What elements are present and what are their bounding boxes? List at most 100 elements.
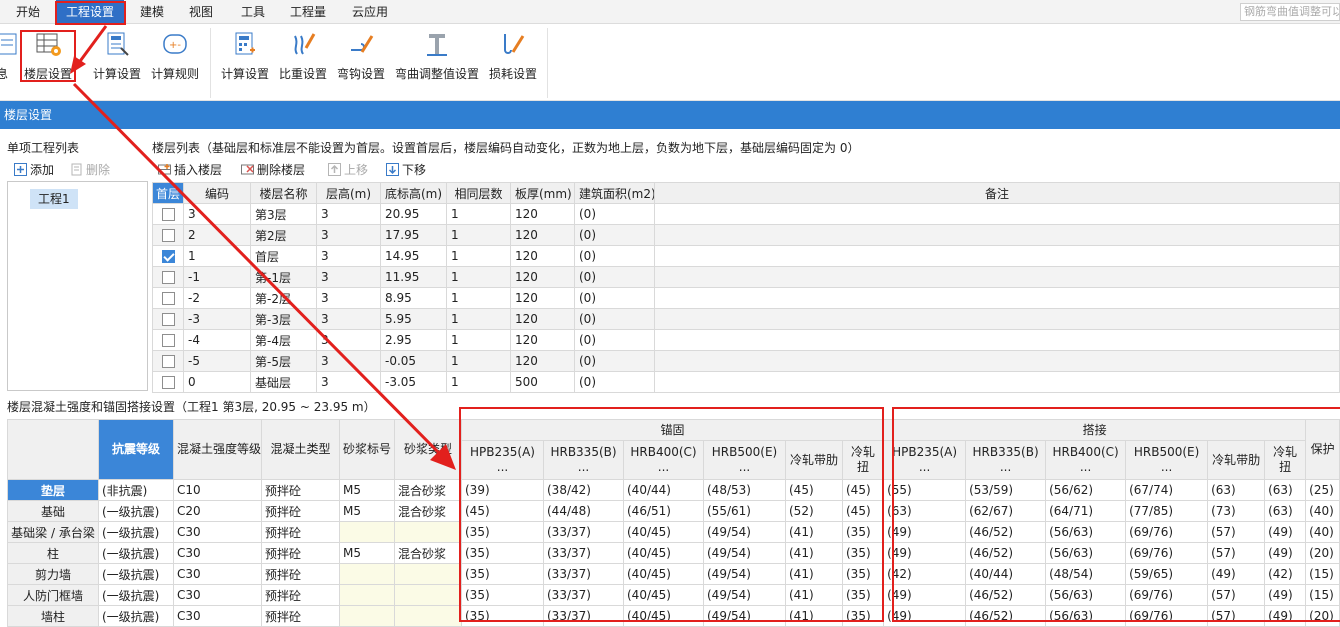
bottom-elevation-cell[interactable]: 14.95 <box>380 245 447 267</box>
floor-height-cell[interactable]: 3 <box>316 245 381 267</box>
first-floor-checkbox[interactable] <box>161 208 175 221</box>
delete-project-button[interactable]: 删除 <box>70 161 110 179</box>
first-floor-checkbox[interactable] <box>161 271 175 284</box>
calc-settings-button[interactable]: 计算设置 <box>90 24 144 90</box>
anchor-value-cell[interactable]: (35) <box>461 563 544 585</box>
calc-rules-button[interactable]: +- 计算规则 <box>148 24 202 90</box>
rebar-calc-settings-button[interactable]: 计算设置 <box>218 24 272 90</box>
floor-height-cell[interactable]: 3 <box>316 266 381 288</box>
search-input[interactable]: 钢筋弯曲值调整可以 <box>1240 3 1340 21</box>
mortar-grade-cell[interactable]: M5 <box>339 479 395 501</box>
project-item[interactable]: 工程1 <box>30 189 78 209</box>
anchor-value-cell[interactable]: (48/53) <box>703 479 786 501</box>
lap-value-cell[interactable]: (56/63) <box>1045 584 1127 606</box>
lap-value-cell[interactable]: (49) <box>1264 521 1307 543</box>
lap-value-cell[interactable]: (42) <box>1264 563 1307 585</box>
building-area-cell[interactable]: (0) <box>574 203 655 225</box>
same-count-cell[interactable]: 1 <box>446 266 511 288</box>
same-count-cell[interactable]: 1 <box>446 371 511 393</box>
concrete-strength-cell[interactable]: C30 <box>173 563 262 585</box>
lap-value-cell[interactable]: (69/76) <box>1125 521 1209 543</box>
floor-height-cell[interactable]: 3 <box>316 371 381 393</box>
bottom-elevation-cell[interactable]: 20.95 <box>380 203 447 225</box>
bend-adjust-button[interactable]: 弯曲调整值设置 <box>393 24 481 90</box>
concrete-type-cell[interactable]: 预拌砼 <box>261 521 340 543</box>
floor-code-cell[interactable]: -2 <box>183 287 251 309</box>
lap-value-cell[interactable]: (48/54) <box>1045 563 1127 585</box>
first-floor-checkbox[interactable] <box>161 292 175 305</box>
same-count-cell[interactable]: 1 <box>446 203 511 225</box>
anchor-value-cell[interactable]: (44/48) <box>543 500 624 522</box>
bottom-elevation-cell[interactable]: -0.05 <box>380 350 447 372</box>
mortar-grade-cell[interactable] <box>339 521 395 543</box>
slab-thickness-cell[interactable]: 120 <box>510 266 575 288</box>
lap-value-cell[interactable]: (57) <box>1207 521 1266 543</box>
anchor-value-cell[interactable]: (35) <box>841 584 885 606</box>
lap-value-cell[interactable]: (49) <box>883 605 967 627</box>
note-cell[interactable] <box>654 329 1340 351</box>
anchor-value-cell[interactable]: (49/54) <box>703 605 786 627</box>
bottom-elevation-cell[interactable]: 8.95 <box>380 287 447 309</box>
floor-name-cell[interactable]: 第-5层 <box>250 350 317 372</box>
lap-value-cell[interactable]: (49) <box>883 542 967 564</box>
floor-name-cell[interactable]: 首层 <box>250 245 317 267</box>
mortar-type-cell[interactable] <box>394 605 462 627</box>
lap-value-cell[interactable]: (46/52) <box>965 521 1047 543</box>
floor-code-cell[interactable]: -5 <box>183 350 251 372</box>
concrete-type-cell[interactable]: 预拌砼 <box>261 563 340 585</box>
lap-value-cell[interactable]: (69/76) <box>1125 542 1209 564</box>
floor-code-cell[interactable]: -3 <box>183 308 251 330</box>
mortar-type-cell[interactable] <box>394 521 462 543</box>
seismic-grade-cell[interactable]: (非抗震) <box>98 479 174 501</box>
lap-value-cell[interactable]: (57) <box>1207 584 1266 606</box>
lap-value-cell[interactable]: (56/63) <box>1045 542 1127 564</box>
slab-thickness-cell[interactable]: 500 <box>510 371 575 393</box>
cover-value-cell[interactable]: (40) <box>1305 521 1340 543</box>
floor-row[interactable]: 1 首层 3 14.95 1 120 (0) <box>152 245 1340 267</box>
loss-settings-button[interactable]: 损耗设置 <box>486 24 540 90</box>
anchor-value-cell[interactable]: (35) <box>841 521 885 543</box>
mortar-type-cell[interactable] <box>394 563 462 585</box>
floor-row[interactable]: -4 第-4层 3 2.95 1 120 (0) <box>152 329 1340 351</box>
concrete-row[interactable]: 垫层 (非抗震) C10 预拌砼 M5 混合砂浆 (39) (38/42) (40/44) (48… <box>7 479 1340 501</box>
floor-name-cell[interactable]: 第-1层 <box>250 266 317 288</box>
bottom-elevation-cell[interactable]: 5.95 <box>380 308 447 330</box>
floor-code-cell[interactable]: 3 <box>183 203 251 225</box>
menu-start[interactable]: 开始 <box>16 0 40 24</box>
menu-quantity[interactable]: 工程量 <box>290 0 326 24</box>
lap-value-cell[interactable]: (46/52) <box>965 584 1047 606</box>
building-area-cell[interactable]: (0) <box>574 371 655 393</box>
seismic-grade-cell[interactable]: (一级抗震) <box>98 584 174 606</box>
slab-thickness-cell[interactable]: 120 <box>510 203 575 225</box>
hook-settings-button[interactable]: 弯钩设置 <box>334 24 388 90</box>
mortar-type-cell[interactable]: 混合砂浆 <box>394 479 462 501</box>
floor-code-cell[interactable]: -4 <box>183 329 251 351</box>
lap-value-cell[interactable]: (69/76) <box>1125 605 1209 627</box>
weight-settings-button[interactable]: 比重设置 <box>276 24 330 90</box>
anchor-value-cell[interactable]: (55/61) <box>703 500 786 522</box>
cover-value-cell[interactable]: (15) <box>1305 584 1340 606</box>
anchor-value-cell[interactable]: (40/45) <box>623 605 704 627</box>
floor-row[interactable]: -3 第-3层 3 5.95 1 120 (0) <box>152 308 1340 330</box>
cover-value-cell[interactable]: (40) <box>1305 500 1340 522</box>
first-floor-checkbox[interactable] <box>161 313 175 326</box>
floor-settings-button[interactable]: 楼层设置 <box>20 24 76 90</box>
lap-value-cell[interactable]: (63) <box>1264 479 1307 501</box>
floor-name-cell[interactable]: 第3层 <box>250 203 317 225</box>
lap-value-cell[interactable]: (42) <box>883 563 967 585</box>
lap-value-cell[interactable]: (40/44) <box>965 563 1047 585</box>
floor-row[interactable]: -5 第-5层 3 -0.05 1 120 (0) <box>152 350 1340 372</box>
note-cell[interactable] <box>654 224 1340 246</box>
first-floor-checkbox[interactable] <box>161 250 175 263</box>
mortar-type-cell[interactable] <box>394 584 462 606</box>
building-area-cell[interactable]: (0) <box>574 245 655 267</box>
floor-height-cell[interactable]: 3 <box>316 224 381 246</box>
slab-thickness-cell[interactable]: 120 <box>510 308 575 330</box>
lap-value-cell[interactable]: (64/71) <box>1045 500 1127 522</box>
concrete-type-cell[interactable]: 预拌砼 <box>261 542 340 564</box>
cover-value-cell[interactable]: (25) <box>1305 479 1340 501</box>
floor-code-cell[interactable]: 2 <box>183 224 251 246</box>
note-cell[interactable] <box>654 350 1340 372</box>
add-project-button[interactable]: 添加 <box>14 161 54 179</box>
anchor-value-cell[interactable]: (35) <box>841 605 885 627</box>
